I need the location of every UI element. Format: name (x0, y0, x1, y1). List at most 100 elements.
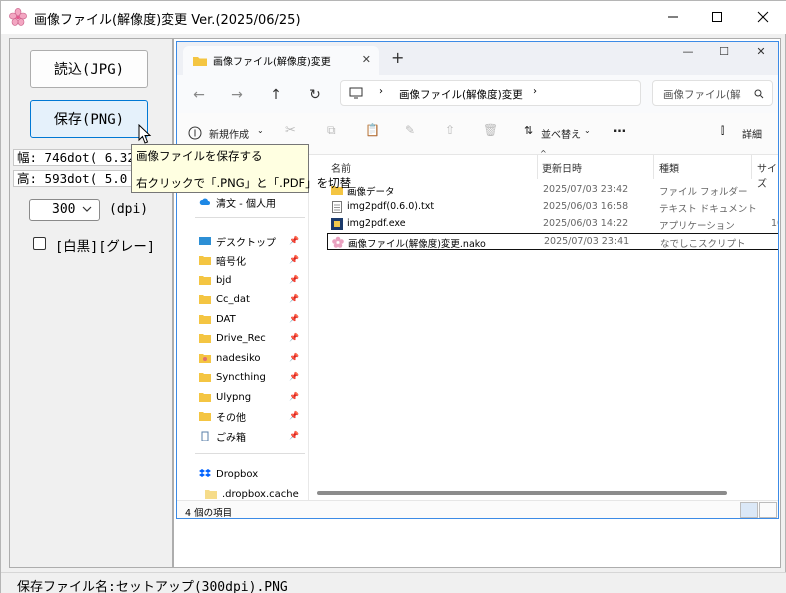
delete-icon: 🗑 (483, 123, 499, 137)
rename-icon: ✎ (405, 123, 416, 137)
tooltip-line-1: 画像ファイルを保存する (136, 149, 263, 163)
nav-item: Cc_dat (199, 290, 250, 308)
save-filename-status: 保存ファイル名:セットアップ(300dpi).PNG (17, 580, 288, 593)
address-path: 画像ファイル(解像度)変更 (399, 89, 523, 101)
column-header: 更新日時 (542, 164, 582, 175)
column-divider (537, 155, 538, 179)
sort-up-icon: ^ (540, 149, 547, 158)
explorer-address-row: ← → ↑ ↻ › 画像ファイル(解像度)変更 › 画像ファイル(解 (177, 75, 778, 113)
pin-icon: 📌 (289, 392, 299, 401)
details-pane-icon: ⫿ (721, 126, 725, 137)
ex-close-icon: ✕ (756, 45, 766, 58)
bw-gray-label[interactable]: [白黒][グレー] (55, 235, 155, 255)
column-divider (751, 155, 752, 179)
monitor-icon (349, 87, 363, 99)
save-png-button[interactable]: 保存(PNG) (30, 100, 148, 138)
folder-icon (199, 393, 211, 402)
explorer-address-bar: › 画像ファイル(解像度)変更 › (340, 80, 641, 106)
chevron-right-icon: › (379, 86, 383, 97)
image-preview: 画像ファイル(解像度)変更 ✕ + — ☐ ✕ ← → ↑ ↻ › 画像ファイル… (173, 38, 781, 568)
up-icon: ↑ (270, 87, 282, 103)
folder-icon (199, 412, 211, 421)
column-header: 名前 (331, 164, 351, 175)
title-bar: 画像ファイル(解像度)変更 Ver.(2025/06/25) (1, 1, 786, 34)
back-icon: ← (193, 87, 205, 103)
nav-item: bjd (199, 271, 231, 289)
more-options: … (613, 121, 626, 136)
dpi-select[interactable]: 300 (29, 199, 100, 221)
folder-icon (199, 295, 211, 304)
nav-item: Dropbox (199, 465, 258, 483)
nav-divider (195, 453, 305, 454)
sakura-flower-icon (9, 8, 27, 26)
maximize-button[interactable] (695, 1, 739, 32)
refresh-icon: ↻ (309, 87, 321, 103)
save-tooltip: 画像ファイルを保存する 右クリックで「.PNG」と「.PDF」を切替 (131, 144, 351, 193)
nav-item: Ulypng (199, 388, 251, 406)
search-placeholder: 画像ファイル(解 (663, 89, 741, 101)
new-tab-icon: + (391, 48, 405, 67)
nav-item: DAT (199, 310, 236, 328)
pin-icon: 📌 (289, 314, 299, 323)
nako-file-icon (332, 236, 344, 248)
nav-item: nadesiko (199, 349, 261, 367)
chevron-down-icon: ⌄ (584, 126, 591, 135)
cut-icon: ✂ (285, 123, 296, 138)
tab-close-icon: ✕ (361, 53, 371, 66)
chevron-down-icon (82, 206, 92, 212)
forward-icon: → (231, 87, 243, 103)
text-file-icon (332, 201, 342, 213)
explorer-screenshot: 画像ファイル(解像度)変更 ✕ + — ☐ ✕ ← → ↑ ↻ › 画像ファイル… (176, 41, 779, 519)
ex-minimize-icon: — (682, 45, 694, 58)
close-button[interactable] (741, 1, 785, 32)
file-row: img2pdf(0.6.0).txt 2025/06/03 16:58 テキスト… (327, 199, 778, 216)
sort-icon: ⇅ (524, 124, 534, 137)
explorer-nav-pane: 清文 - 個人用 デスクトップ 📌 暗号化 📌 bjd 📌 Cc_dat 📌 D… (177, 155, 309, 500)
pin-icon: 📌 (289, 255, 299, 264)
cloud-icon (199, 198, 210, 205)
nav-item: Syncthing (199, 368, 266, 386)
nav-item: 清文 - 個人用 (199, 193, 276, 211)
toolbar-sort: 並べ替え (541, 130, 581, 141)
folder-icon (199, 334, 211, 343)
explorer-status-bar: 4 個の項目 (177, 500, 778, 519)
toolbar-new: 新規作成 (209, 130, 249, 141)
maximize-icon (712, 11, 722, 22)
explorer-tab-title: 画像ファイル(解像度)変更 (213, 57, 331, 68)
folder-icon (199, 256, 211, 265)
control-panel: 読込(JPG) 保存(PNG) 幅: 746dot( 6.32 高: 593do… (9, 38, 173, 568)
read-jpg-button[interactable]: 読込(JPG) (30, 50, 148, 88)
minimize-button[interactable] (651, 1, 695, 32)
minimize-icon (668, 16, 678, 17)
share-icon: ⇧ (445, 123, 456, 137)
pin-icon: 📌 (289, 275, 299, 284)
file-row: img2pdf.exe 2025/06/03 14:22 アプリケーション 10 (327, 216, 778, 233)
bw-gray-checkbox[interactable] (33, 237, 46, 250)
chevron-down-icon: ⌄ (257, 126, 264, 135)
folder-icon (199, 354, 211, 363)
folder-icon (205, 490, 217, 499)
file-row: 画像データ 2025/07/03 23:42 ファイル フォルダー (327, 182, 778, 199)
dpi-value: 300 (52, 202, 76, 217)
details-view-icon (740, 502, 758, 518)
pin-icon: 📌 (289, 353, 299, 362)
pin-icon: 📌 (289, 372, 299, 381)
nav-item: デスクトップ (199, 232, 276, 250)
tiles-view-icon (759, 502, 777, 518)
nav-item: Drive_Rec (199, 329, 266, 347)
mouse-cursor-icon (138, 124, 152, 144)
explorer-search-box: 画像ファイル(解 (652, 80, 773, 106)
pin-icon: 📌 (289, 333, 299, 342)
new-plus-icon (188, 126, 202, 140)
item-count: 4 個の項目 (185, 508, 233, 519)
dpi-unit-label: (dpi) (109, 202, 149, 217)
status-bar: 保存ファイル名:セットアップ(300dpi).PNG (1, 572, 786, 593)
chevron-right-icon: › (533, 86, 537, 97)
copy-icon: ⧉ (327, 123, 336, 137)
nav-divider (195, 217, 305, 218)
desktop-icon (199, 237, 211, 245)
folder-icon (193, 57, 207, 66)
explorer-hscrollbar (317, 491, 727, 495)
nav-item: 暗号化 (199, 251, 246, 269)
close-icon (757, 11, 769, 22)
